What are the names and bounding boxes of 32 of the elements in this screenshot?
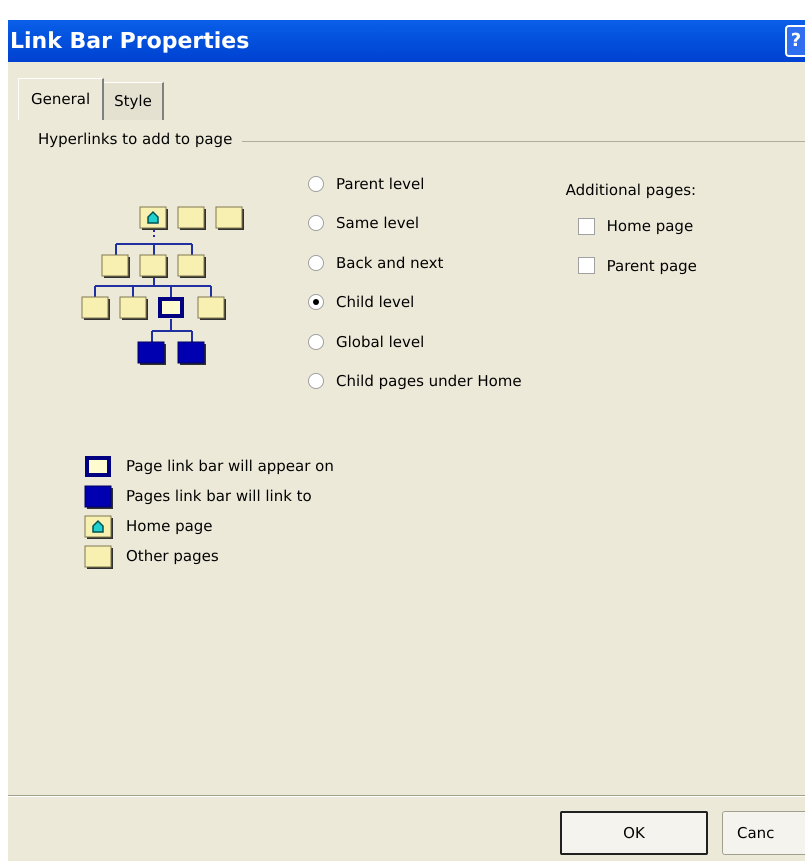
- legend-target-page-icon: [84, 484, 114, 508]
- radio-button[interactable]: [308, 254, 324, 271]
- checkbox-label: Home page: [606, 216, 694, 237]
- help-button[interactable]: ?: [785, 25, 805, 57]
- checkbox-label: Parent page: [606, 256, 697, 276]
- checkbox[interactable]: [578, 257, 595, 274]
- dialog-button[interactable]: OK: [560, 811, 708, 855]
- legend-other-page-icon: [84, 544, 114, 568]
- radio-label: Parent level: [336, 174, 424, 194]
- legend-home-page-icon: [84, 514, 114, 538]
- legend-label: Home page: [126, 516, 213, 538]
- radio-button[interactable]: [308, 215, 324, 232]
- tab[interactable]: General: [18, 78, 104, 120]
- radio-label: Same level: [336, 213, 419, 234]
- radio-button[interactable]: [308, 334, 324, 350]
- radio-button[interactable]: [308, 294, 324, 310]
- radio-label: Child level: [336, 292, 414, 313]
- group-title: Hyperlinks to add to page: [38, 129, 232, 150]
- tab[interactable]: Style: [104, 82, 164, 120]
- legend-label: Page link bar will appear on: [126, 456, 334, 478]
- window-title: Link Bar Properties: [10, 28, 250, 56]
- radio-label: Back and next: [336, 252, 444, 274]
- radio-label: Child pages under Home: [336, 371, 522, 392]
- radio-button[interactable]: [308, 373, 324, 390]
- legend-label: Pages link bar will link to: [126, 486, 312, 508]
- legend-current-page-icon: [84, 454, 114, 478]
- checkbox[interactable]: [578, 218, 595, 235]
- section-title: Additional pages:: [566, 180, 697, 200]
- legend-label: Other pages: [126, 546, 219, 568]
- radio-label: Global level: [336, 332, 424, 352]
- radio-button[interactable]: [308, 176, 324, 192]
- dialog-button[interactable]: Canc: [722, 811, 805, 855]
